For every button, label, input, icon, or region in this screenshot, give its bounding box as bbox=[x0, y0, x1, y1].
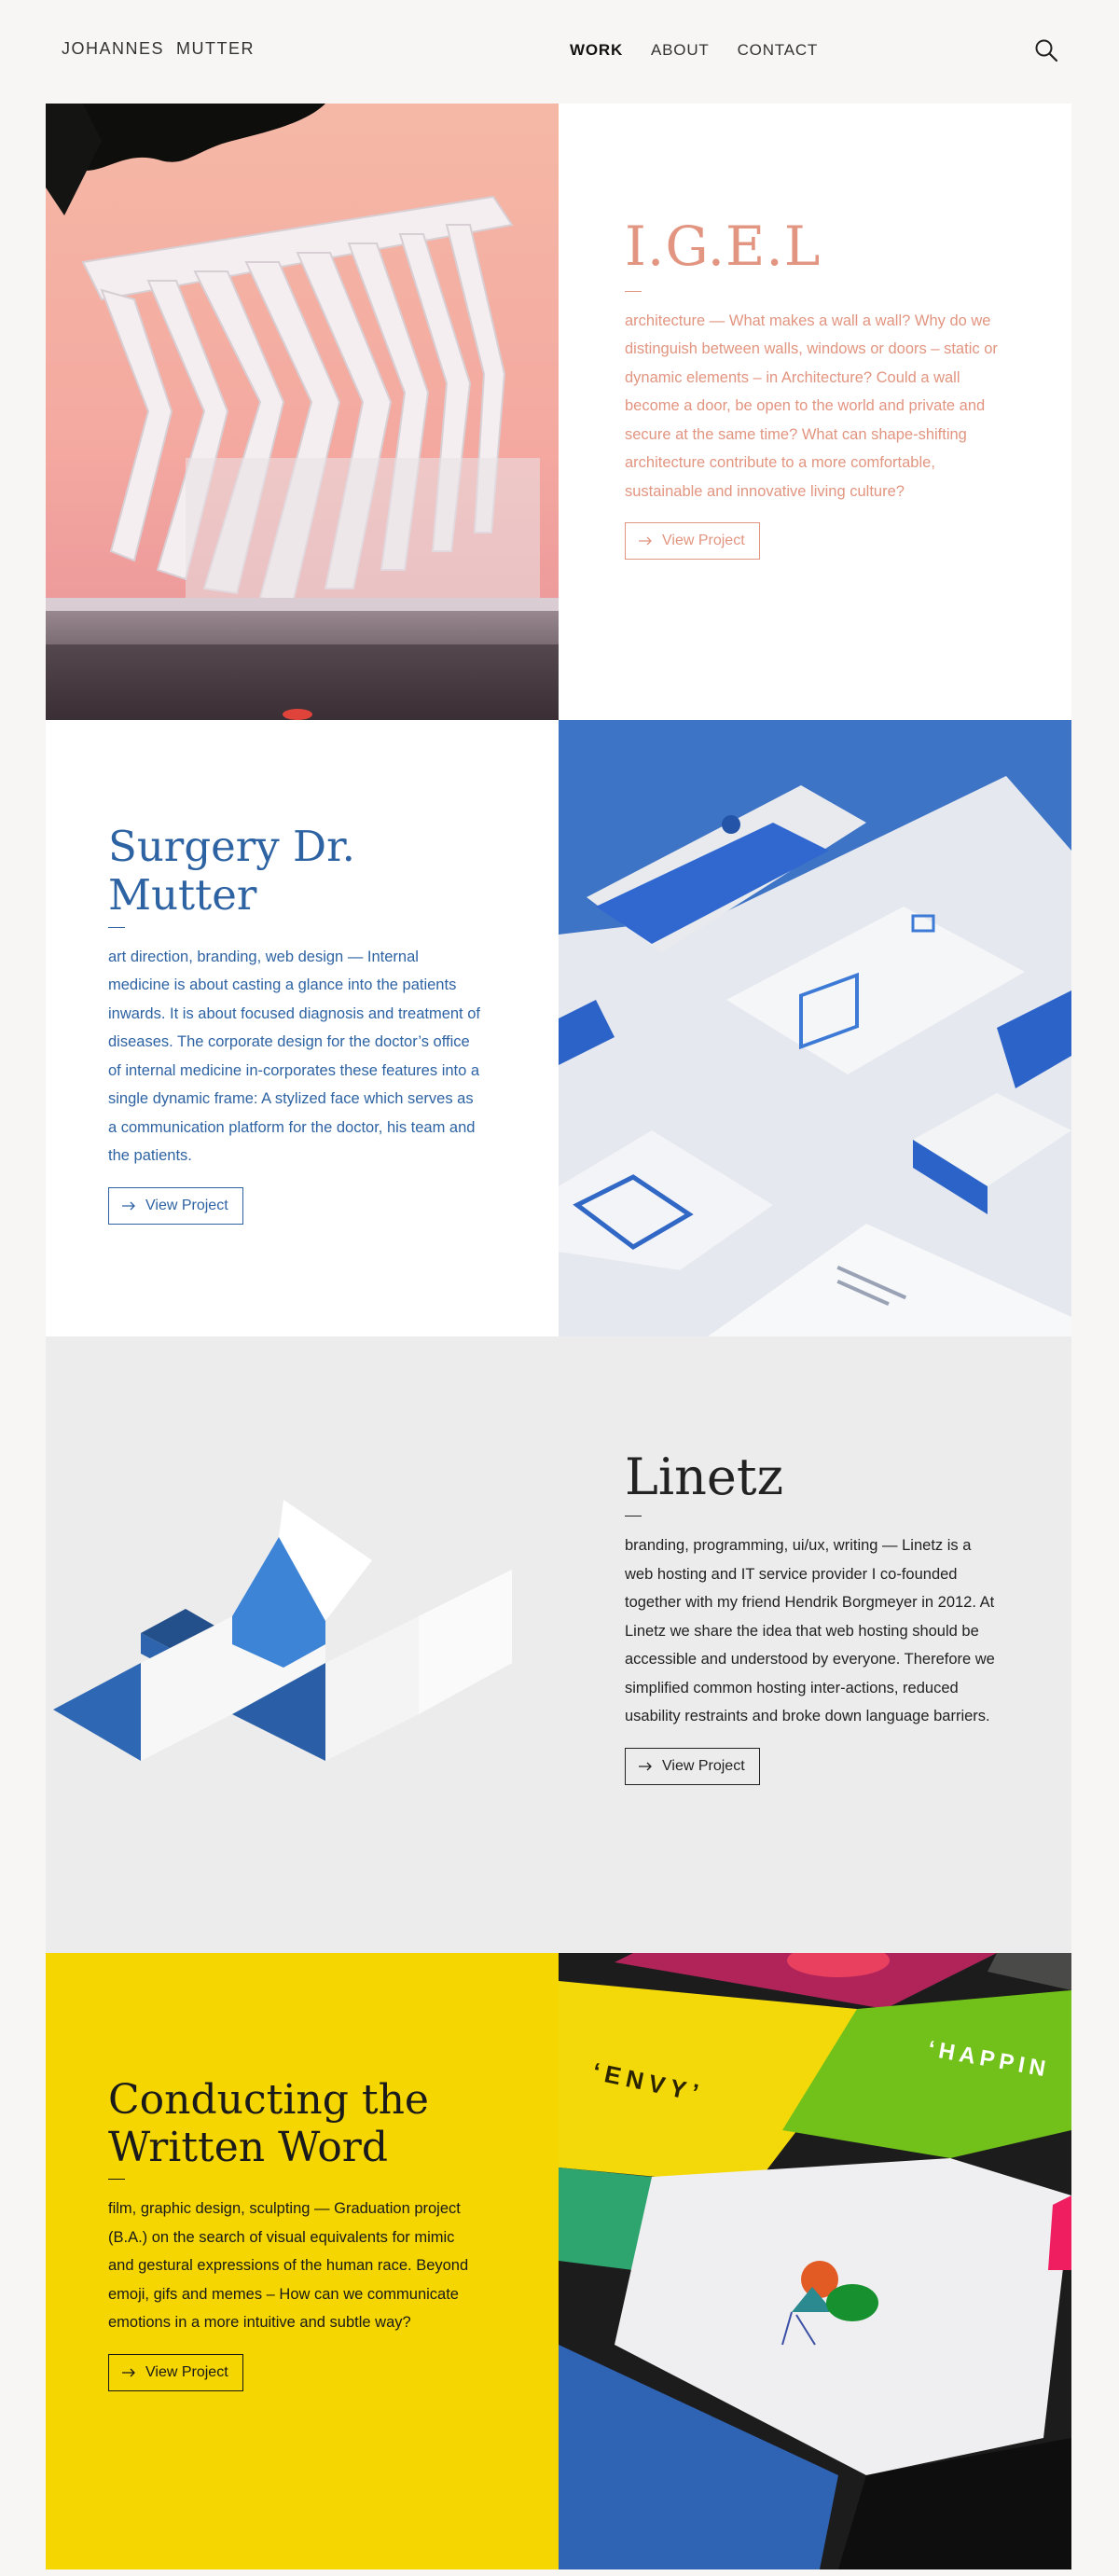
project-card-linetz: Linetz branding, programming, ui/ux, wri… bbox=[559, 1336, 1071, 1953]
arrow-right-icon bbox=[639, 536, 652, 546]
project-card-surgery: Surgery Dr. Mutter art direction, brandi… bbox=[46, 720, 559, 1336]
title-divider bbox=[108, 926, 125, 928]
project-description: architecture — What makes a wall a wall?… bbox=[625, 312, 998, 500]
title-divider bbox=[625, 290, 642, 292]
project-title[interactable]: I.G.E.L bbox=[625, 215, 1002, 278]
site-header: JOHANNES MUTTER WORK ABOUT CONTACT bbox=[0, 0, 1119, 103]
view-project-button[interactable]: View Project bbox=[108, 2353, 243, 2391]
project-image-surgery[interactable] bbox=[559, 720, 1071, 1336]
project-row-linetz: Linetz branding, programming, ui/ux, wri… bbox=[46, 1336, 1071, 1953]
project-image-linetz[interactable] bbox=[46, 1336, 559, 1953]
linetz-isometric-logo bbox=[46, 1336, 559, 1953]
project-text-cww: Conducting the Written Word film, graphi… bbox=[108, 2076, 481, 2391]
project-image-cww[interactable]: ‘ENVY’ ‘HAPPIN bbox=[559, 1953, 1071, 2569]
view-project-button[interactable]: View Project bbox=[625, 522, 760, 561]
nav-item-work[interactable]: WORK bbox=[570, 41, 623, 60]
project-row-igel: I.G.E.L architecture — What makes a wall… bbox=[46, 104, 1071, 720]
project-text-linetz: Linetz branding, programming, ui/ux, wri… bbox=[625, 1447, 1002, 1785]
main-nav: WORK ABOUT CONTACT bbox=[570, 41, 818, 60]
view-project-label: View Project bbox=[145, 2363, 228, 2380]
project-row-cww: Conducting the Written Word film, graphi… bbox=[46, 1953, 1071, 2569]
search-icon bbox=[1035, 39, 1058, 62]
nav-item-about[interactable]: ABOUT bbox=[651, 41, 710, 60]
project-title[interactable]: Linetz bbox=[625, 1447, 1002, 1506]
project-description: art direction, branding, web design — In… bbox=[108, 948, 480, 1165]
title-divider bbox=[625, 1516, 642, 1517]
project-card-igel: I.G.E.L architecture — What makes a wall… bbox=[559, 104, 1071, 720]
site-logo[interactable]: JOHANNES MUTTER bbox=[62, 39, 255, 59]
project-image-igel[interactable] bbox=[46, 104, 559, 720]
project-row-surgery: Surgery Dr. Mutter art direction, brandi… bbox=[46, 720, 1071, 1336]
view-project-label: View Project bbox=[662, 533, 745, 549]
arrow-right-icon bbox=[122, 1201, 135, 1210]
project-description: branding, programming, ui/ux, writing — … bbox=[625, 1537, 995, 1725]
project-description: film, graphic design, sculpting — Gradua… bbox=[108, 2200, 469, 2332]
igel-architecture-image bbox=[46, 104, 559, 720]
view-project-button[interactable]: View Project bbox=[625, 1747, 760, 1785]
search-button[interactable] bbox=[1033, 37, 1059, 63]
cww-cards-image: ‘ENVY’ ‘HAPPIN bbox=[559, 1953, 1071, 2569]
project-grid: I.G.E.L architecture — What makes a wall… bbox=[46, 104, 1071, 2569]
view-project-button[interactable]: View Project bbox=[108, 1186, 243, 1225]
title-divider bbox=[108, 2179, 125, 2181]
project-card-cww: Conducting the Written Word film, graphi… bbox=[46, 1953, 559, 2569]
project-title[interactable]: Conducting the Written Word bbox=[108, 2076, 481, 2171]
project-title[interactable]: Surgery Dr. Mutter bbox=[108, 823, 481, 920]
project-text-surgery: Surgery Dr. Mutter art direction, brandi… bbox=[108, 823, 481, 1225]
nav-item-contact[interactable]: CONTACT bbox=[738, 41, 819, 60]
project-text-igel: I.G.E.L architecture — What makes a wall… bbox=[625, 215, 1002, 561]
surgery-stationery-image bbox=[559, 720, 1071, 1336]
view-project-label: View Project bbox=[662, 1757, 745, 1774]
arrow-right-icon bbox=[122, 2368, 135, 2377]
view-project-label: View Project bbox=[145, 1197, 228, 1213]
arrow-right-icon bbox=[639, 1762, 652, 1771]
